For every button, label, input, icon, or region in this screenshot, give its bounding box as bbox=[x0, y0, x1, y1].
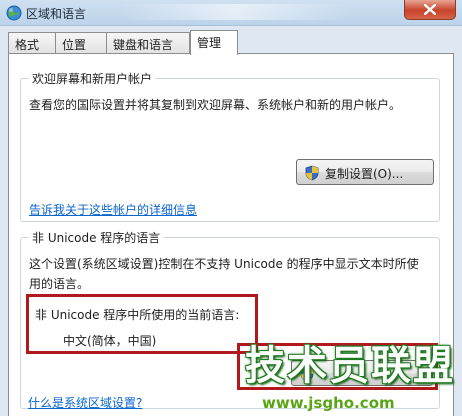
tab-administrative-label: 管理 bbox=[197, 36, 222, 50]
shield-icon bbox=[305, 165, 319, 181]
system-locale-help-link[interactable]: 什么是系统区域设置? bbox=[28, 394, 142, 411]
welcome-description: 查看您的国际设置并将其复制到欢迎屏幕、系统帐户和新的用户帐户。 bbox=[29, 98, 402, 112]
window-title: 区域和语言 bbox=[26, 7, 87, 21]
account-details-link[interactable]: 告诉我关于这些帐户的详细信息 bbox=[29, 201, 197, 218]
tab-keyboard-language-label: 键盘和语言 bbox=[113, 38, 174, 52]
tab-format[interactable]: 格式 bbox=[8, 32, 56, 54]
tab-strip: 格式 位置 键盘和语言 管理 bbox=[8, 30, 454, 55]
watermark-text: 技术员联盟 bbox=[245, 343, 455, 389]
title-blur bbox=[120, 4, 350, 20]
welcome-group-legend: 欢迎屏幕和新用户帐户 bbox=[29, 70, 156, 87]
watermark-url: www.jsgho.com bbox=[262, 394, 395, 412]
close-button[interactable] bbox=[404, 0, 456, 20]
tab-administrative[interactable]: 管理 bbox=[190, 30, 238, 55]
tab-format-label: 格式 bbox=[15, 38, 40, 52]
tab-location-label: 位置 bbox=[62, 38, 87, 52]
unicode-group-legend: 非 Unicode 程序的语言 bbox=[29, 229, 164, 246]
copy-settings-label: 复制设置(O)... bbox=[325, 167, 404, 181]
tab-location[interactable]: 位置 bbox=[55, 32, 107, 54]
close-icon bbox=[424, 4, 436, 15]
unicode-description-line1: 这个设置(系统区域设置)控制在不支持 Unicode 的程序中显示文本时所使 bbox=[29, 257, 419, 271]
welcome-group: 欢迎屏幕和新用户帐户 查看您的国际设置并将其复制到欢迎屏幕、系统帐户和新的用户帐… bbox=[20, 70, 440, 222]
tab-keyboard-language[interactable]: 键盘和语言 bbox=[106, 32, 190, 54]
title-bar: 区域和语言 bbox=[0, 0, 462, 26]
unicode-description-line2: 用的语言。 bbox=[29, 277, 90, 291]
current-language-highlight bbox=[26, 294, 258, 354]
copy-settings-button[interactable]: 复制设置(O)... bbox=[296, 159, 434, 185]
globe-icon bbox=[6, 5, 22, 21]
